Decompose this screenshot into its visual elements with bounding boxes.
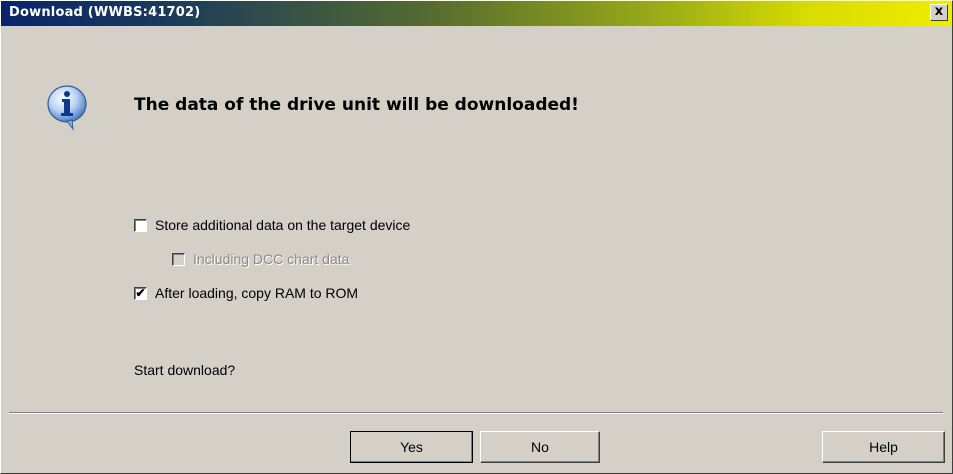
no-button[interactable]: No [480, 431, 600, 463]
start-download-prompt: Start download? [134, 362, 236, 378]
store-additional-data-checkbox[interactable] [134, 218, 147, 232]
close-icon: x [934, 4, 944, 19]
include-dcc-chart-option: Including DCC chart data [172, 251, 349, 267]
download-dialog: Download (WWBS:41702) x The data of the … [0, 0, 953, 474]
yes-button[interactable]: Yes [350, 431, 473, 463]
store-additional-data-option[interactable]: Store additional data on the target devi… [134, 217, 410, 233]
separator [9, 412, 943, 414]
store-additional-data-label: Store additional data on the target devi… [155, 217, 411, 233]
close-button[interactable]: x [930, 4, 948, 21]
copy-ram-to-rom-checkbox[interactable]: ✔ [134, 286, 147, 300]
message-text: The data of the drive unit will be downl… [134, 95, 579, 115]
copy-ram-to-rom-label: After loading, copy RAM to ROM [155, 285, 359, 301]
help-button[interactable]: Help [822, 431, 945, 463]
copy-ram-to-rom-option[interactable]: ✔ After loading, copy RAM to ROM [134, 285, 358, 301]
window-title: Download (WWBS:41702) [9, 5, 201, 20]
title-bar[interactable]: Download (WWBS:41702) x [1, 1, 952, 26]
include-dcc-chart-checkbox [172, 252, 185, 266]
info-icon [47, 85, 87, 131]
include-dcc-chart-label: Including DCC chart data [193, 251, 350, 267]
